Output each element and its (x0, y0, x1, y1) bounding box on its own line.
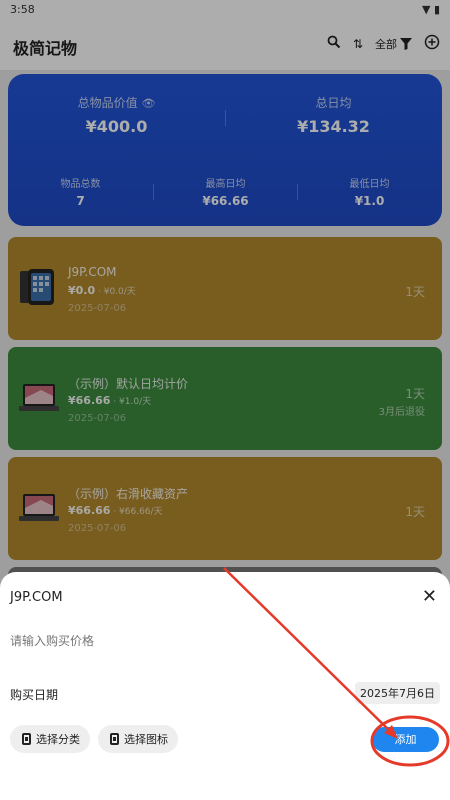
select-category-button[interactable]: 选择分类 (10, 725, 90, 753)
add-button[interactable]: 添加 (372, 727, 439, 752)
close-icon[interactable]: ✕ (422, 586, 437, 607)
purchase-date-label: 购买日期 (10, 688, 59, 702)
select-category-label: 选择分类 (36, 733, 80, 746)
price-input[interactable] (10, 634, 430, 648)
clipboard-icon (22, 733, 31, 745)
sheet-title: J9P.COM (10, 590, 63, 605)
purchase-date-chip[interactable]: 2025年7月6日 (355, 682, 440, 704)
add-item-sheet: J9P.COM ✕ 购买日期 2025年7月6日 选择分类 选择图标 添加 (0, 572, 450, 800)
select-icon-label: 选择图标 (124, 733, 168, 746)
select-icon-button[interactable]: 选择图标 (98, 725, 178, 753)
clipboard-icon (110, 733, 119, 745)
